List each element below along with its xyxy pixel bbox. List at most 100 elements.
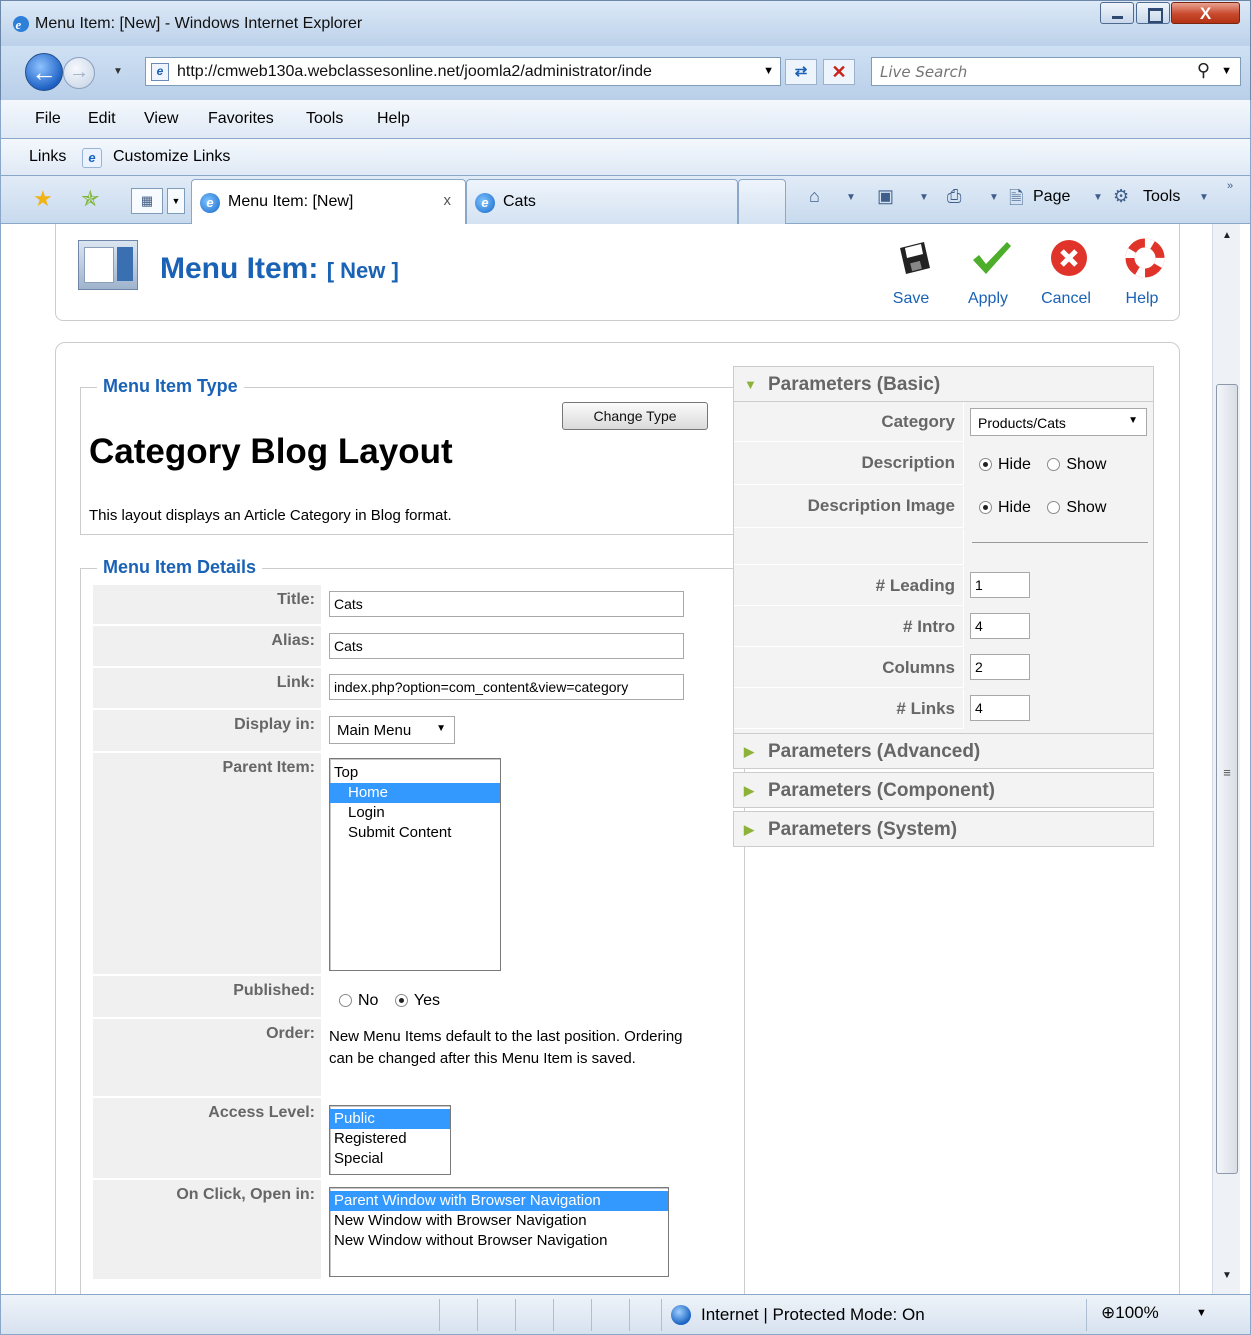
- print-icon[interactable]: ⎙: [947, 186, 961, 207]
- tools-menu[interactable]: Tools: [1143, 188, 1180, 206]
- zoom-dropdown-icon[interactable]: ▼: [1196, 1307, 1207, 1319]
- history-dropdown-icon[interactable]: ▼: [113, 66, 123, 77]
- published-yes-option[interactable]: Yes: [394, 992, 440, 1009]
- home-icon[interactable]: ⌂: [809, 186, 820, 207]
- ie-link-icon: e: [82, 148, 102, 168]
- forward-button[interactable]: [63, 57, 95, 89]
- intro-input[interactable]: [970, 613, 1030, 639]
- page-dropdown-icon[interactable]: ▼: [1093, 192, 1103, 203]
- access-level-list[interactable]: Public Registered Special: [329, 1105, 451, 1175]
- title-input[interactable]: [329, 591, 684, 617]
- favorites-center-icon[interactable]: ★: [33, 186, 53, 212]
- radio-hide[interactable]: [979, 501, 992, 515]
- minimize-button[interactable]: [1100, 2, 1134, 24]
- search-input[interactable]: [878, 62, 1168, 82]
- home-dropdown-icon[interactable]: ▼: [846, 192, 856, 203]
- on-click-list[interactable]: Parent Window with Browser Navigation Ne…: [329, 1187, 669, 1277]
- menu-item-details-legend: Menu Item Details: [97, 557, 263, 578]
- list-item[interactable]: Top: [330, 763, 500, 783]
- scroll-thumb[interactable]: ≡: [1216, 384, 1238, 1174]
- divider: [972, 542, 1148, 543]
- menu-file[interactable]: File: [35, 110, 61, 128]
- refresh-button[interactable]: ⇄: [785, 59, 817, 85]
- display-in-label: Display in:: [93, 710, 321, 752]
- parent-item-list[interactable]: Top Home Login Submit Content: [329, 758, 501, 971]
- list-item[interactable]: Registered: [330, 1129, 450, 1149]
- list-item[interactable]: New Window without Browser Navigation: [330, 1231, 668, 1251]
- apply-button[interactable]: Apply: [953, 238, 1023, 308]
- radio-show[interactable]: [1047, 458, 1061, 472]
- list-item[interactable]: Login: [330, 803, 500, 823]
- close-window-button[interactable]: X: [1171, 2, 1240, 24]
- category-select[interactable]: Products/Cats ▼: [970, 408, 1147, 436]
- list-item[interactable]: Submit Content: [330, 823, 500, 843]
- maximize-button[interactable]: [1136, 2, 1170, 24]
- zoom-level[interactable]: ⊕100%: [1101, 1303, 1159, 1323]
- list-item[interactable]: Public: [330, 1109, 450, 1129]
- list-item[interactable]: Home: [330, 783, 500, 803]
- category-label: Category: [734, 402, 964, 442]
- list-item[interactable]: New Window with Browser Navigation: [330, 1211, 668, 1231]
- feeds-icon[interactable]: ▣: [877, 186, 894, 207]
- add-favorite-icon[interactable]: ✯: [81, 186, 99, 212]
- search-box[interactable]: ⚲ ▼: [871, 57, 1241, 86]
- save-button[interactable]: Save: [876, 238, 946, 308]
- expanded-triangle-icon: ▼: [744, 377, 757, 392]
- intro-label: # Intro: [734, 607, 964, 647]
- print-dropdown-icon[interactable]: ▼: [989, 192, 999, 203]
- ie-logo-icon: e: [13, 16, 29, 32]
- back-button[interactable]: [25, 53, 63, 91]
- search-dropdown-icon[interactable]: ▼: [1221, 65, 1232, 77]
- tab-cats[interactable]: e Cats: [466, 179, 738, 224]
- menu-edit[interactable]: Edit: [88, 110, 116, 128]
- vertical-scrollbar[interactable]: ▲ ≡ ▼: [1212, 224, 1240, 1294]
- leading-input[interactable]: [970, 572, 1030, 598]
- radio-hide[interactable]: [979, 458, 992, 472]
- description-show-option[interactable]: Show: [1047, 456, 1106, 473]
- desc-image-show-option[interactable]: Show: [1047, 499, 1106, 516]
- menu-bar: File Edit View Favorites Tools Help: [0, 100, 1251, 139]
- scroll-up-icon[interactable]: ▲: [1213, 224, 1241, 248]
- quick-tabs-icon[interactable]: ▦: [131, 188, 163, 214]
- change-type-button[interactable]: Change Type: [562, 402, 708, 430]
- links-input[interactable]: [970, 695, 1030, 721]
- security-zone[interactable]: Internet | Protected Mode: On: [701, 1305, 925, 1325]
- help-button[interactable]: Help: [1107, 238, 1177, 308]
- params-system-header[interactable]: ▶ Parameters (System): [733, 811, 1154, 847]
- cancel-button[interactable]: Cancel: [1031, 238, 1101, 308]
- params-component-header[interactable]: ▶ Parameters (Component): [733, 772, 1154, 808]
- page-menu[interactable]: Page: [1033, 188, 1070, 206]
- list-item[interactable]: Parent Window with Browser Navigation: [330, 1191, 668, 1211]
- link-input[interactable]: [329, 674, 684, 700]
- menu-favorites[interactable]: Favorites: [208, 110, 274, 128]
- published-no-option[interactable]: No: [339, 992, 378, 1009]
- new-tab-button[interactable]: [738, 179, 786, 224]
- description-hide-option[interactable]: Hide: [979, 456, 1031, 473]
- params-advanced-header[interactable]: ▶ Parameters (Advanced): [733, 733, 1154, 769]
- url-dropdown-icon[interactable]: ▼: [763, 65, 774, 77]
- menu-view[interactable]: View: [144, 110, 178, 128]
- url-text[interactable]: http://cmweb130a.webclassesonline.net/jo…: [177, 63, 752, 81]
- tools-dropdown-icon[interactable]: ▼: [1199, 192, 1209, 203]
- columns-input[interactable]: [970, 654, 1030, 680]
- menu-help[interactable]: Help: [377, 110, 410, 128]
- customize-links-link[interactable]: Customize Links: [113, 148, 230, 166]
- params-basic-header[interactable]: ▼ Parameters (Basic): [733, 366, 1154, 402]
- feeds-dropdown-icon[interactable]: ▼: [919, 192, 929, 203]
- tab-list-dropdown-icon[interactable]: ▼: [167, 188, 185, 214]
- tab-close-icon[interactable]: x: [444, 192, 452, 209]
- scroll-down-icon[interactable]: ▼: [1213, 1264, 1241, 1288]
- tab-menu-item-new[interactable]: e Menu Item: [New] x: [191, 179, 466, 224]
- url-field[interactable]: e http://cmweb130a.webclassesonline.net/…: [145, 57, 781, 86]
- menu-tools[interactable]: Tools: [306, 110, 343, 128]
- search-icon[interactable]: ⚲: [1197, 60, 1210, 81]
- radio-yes[interactable]: [394, 994, 408, 1008]
- desc-image-hide-option[interactable]: Hide: [979, 499, 1031, 516]
- list-item[interactable]: Special: [330, 1149, 450, 1169]
- alias-input[interactable]: [329, 633, 684, 659]
- display-in-select[interactable]: Main Menu ▼: [329, 716, 455, 744]
- stop-button[interactable]: ✕: [823, 59, 855, 85]
- radio-show[interactable]: [1047, 501, 1061, 515]
- overflow-chevron-icon[interactable]: »: [1227, 180, 1233, 192]
- radio-no[interactable]: [339, 994, 352, 1008]
